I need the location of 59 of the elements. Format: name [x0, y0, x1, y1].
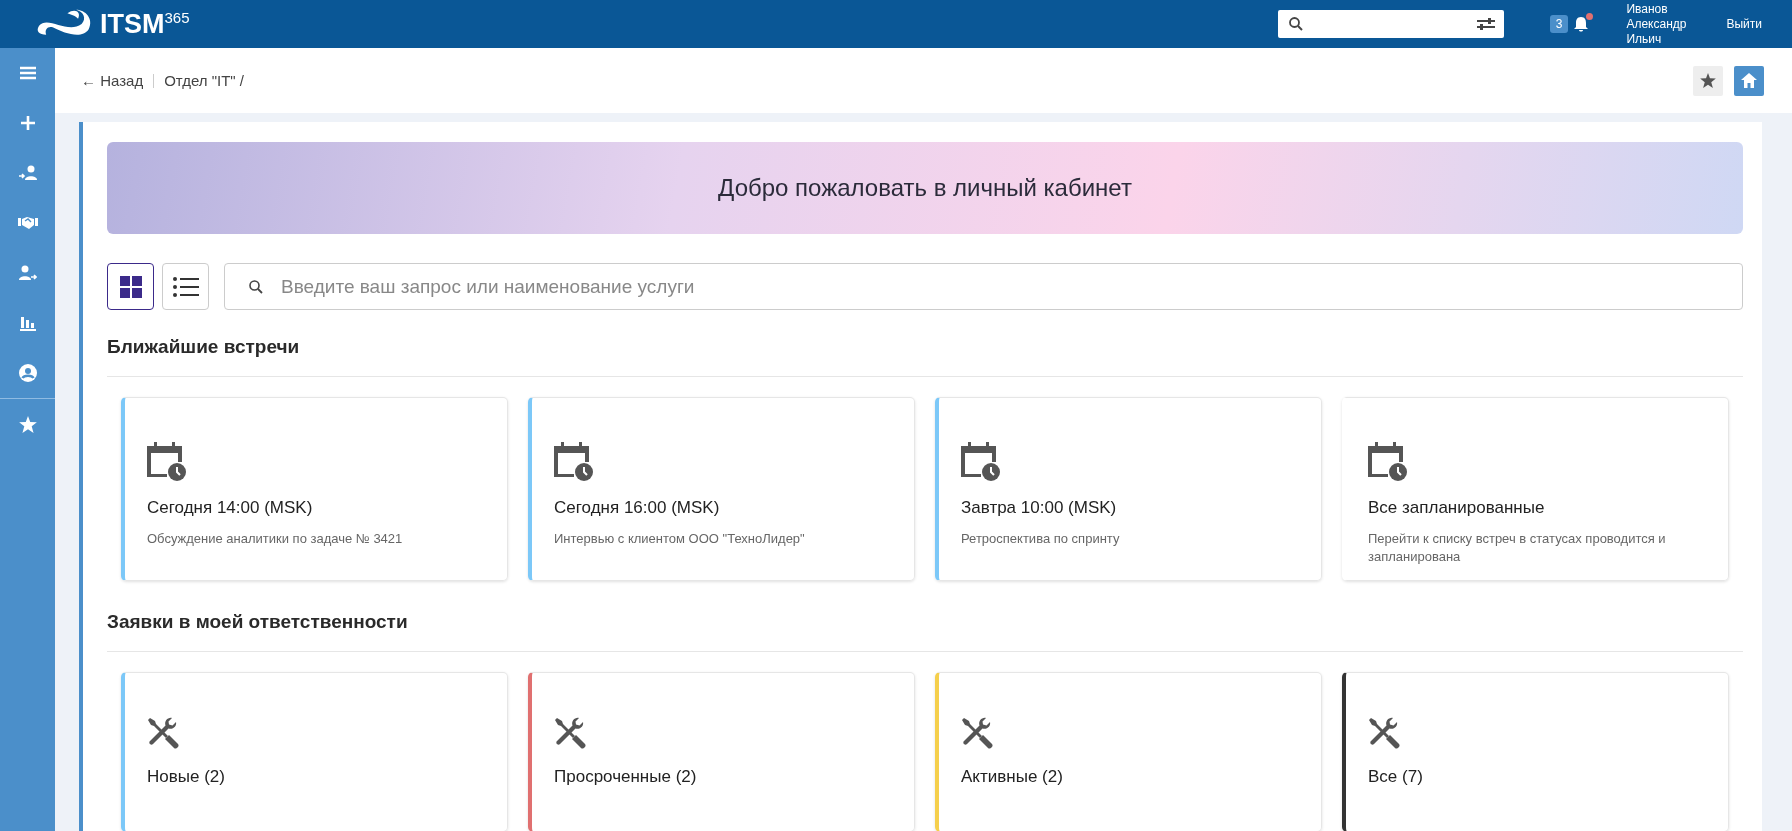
section-title: Заявки в моей ответственности — [107, 611, 1743, 652]
tools-icon — [147, 717, 181, 751]
tile-card[interactable]: Новые (2) — [121, 672, 508, 831]
list-icon — [172, 276, 199, 297]
filter-sliders-icon[interactable] — [1475, 16, 1496, 32]
card-title: Новые (2) — [147, 767, 226, 787]
card-description: Интервью с клиентом ООО "ТехноЛидер" — [554, 530, 806, 548]
search-icon — [1287, 16, 1304, 32]
bar-chart-icon[interactable] — [19, 315, 36, 331]
tools-icon — [554, 717, 588, 751]
card-description: Перейти к списку встреч в статусах проводится и запланирована — [1368, 530, 1667, 566]
plus-icon[interactable] — [20, 116, 35, 130]
logout-link[interactable]: Выйти — [1726, 17, 1762, 31]
tools-icon — [1368, 717, 1402, 751]
back-link[interactable]: ← Назад — [81, 72, 144, 89]
user-name-text[interactable]: Иванов — [1626, 1, 1687, 17]
tools-icon — [961, 717, 995, 751]
grid-view-button[interactable] — [107, 263, 154, 310]
menu-icon[interactable] — [19, 66, 36, 80]
user-arrow-icon[interactable] — [18, 265, 37, 281]
breadcrumb-text: Отдел "IT" / — [164, 72, 245, 89]
search-field[interactable] — [1277, 10, 1504, 38]
card-title: Все (7) — [1368, 767, 1424, 787]
star-icon[interactable] — [18, 415, 37, 433]
card-description: Обсуждение аналитики по задаче № 3421 — [147, 530, 404, 548]
user-name-text[interactable]: Александр — [1626, 16, 1687, 32]
list-view-button[interactable] — [162, 263, 209, 310]
user-name-text[interactable]: Ильич — [1626, 31, 1687, 47]
account-icon[interactable] — [18, 364, 37, 382]
tile-card[interactable]: Активные (2) — [935, 672, 1322, 831]
calendar-clock-icon — [1368, 442, 1408, 482]
calendar-clock-icon — [554, 442, 594, 482]
calendar-clock-icon — [961, 442, 1001, 482]
card-title: Завтра 10:00 (MSK) — [961, 498, 1118, 518]
logo-text[interactable]: ITSM$^{365}$ — [100, 8, 190, 40]
handshake-icon[interactable] — [17, 216, 38, 230]
section-title: Ближайшие встречи — [107, 336, 1743, 377]
card-title: Сегодня 16:00 (MSK) — [554, 498, 721, 518]
card-description: Ретроспектива по спринту — [961, 530, 1121, 548]
card-title: Активные (2) — [961, 767, 1064, 787]
tile-card[interactable]: Сегодня 14:00 (MSK) Обсуждение аналитики по задаче № 3421 — [121, 397, 508, 581]
grid-icon — [119, 275, 142, 298]
service-search-field[interactable]: Введите ваш запрос или наименование услуги — [224, 263, 1743, 310]
tile-card[interactable]: Все (7) — [1342, 672, 1729, 831]
tile-card[interactable]: Завтра 10:00 (MSK) Ретроспектива по спринту — [935, 397, 1322, 581]
user-arrow-icon[interactable] — [18, 165, 37, 181]
home-button[interactable] — [1734, 65, 1764, 96]
card-title: Сегодня 14:00 (MSK) — [147, 498, 314, 518]
favorite-button[interactable] — [1693, 65, 1723, 96]
home-icon — [1741, 73, 1757, 88]
card-title: Все запланированные — [1368, 498, 1546, 518]
tile-card[interactable]: Просроченные (2) — [528, 672, 915, 831]
calendar-clock-icon — [147, 442, 187, 482]
welcome-title: Добро пожаловать в личный кабинет — [718, 174, 1132, 202]
star-icon — [1700, 73, 1716, 88]
search-icon — [248, 279, 264, 295]
card-title: Просроченные (2) — [554, 767, 698, 787]
tile-card[interactable]: Сегодня 16:00 (MSK) Интервью с клиентом ООО "ТехноЛидер" — [528, 397, 915, 581]
bell-icon[interactable] — [1572, 15, 1591, 33]
